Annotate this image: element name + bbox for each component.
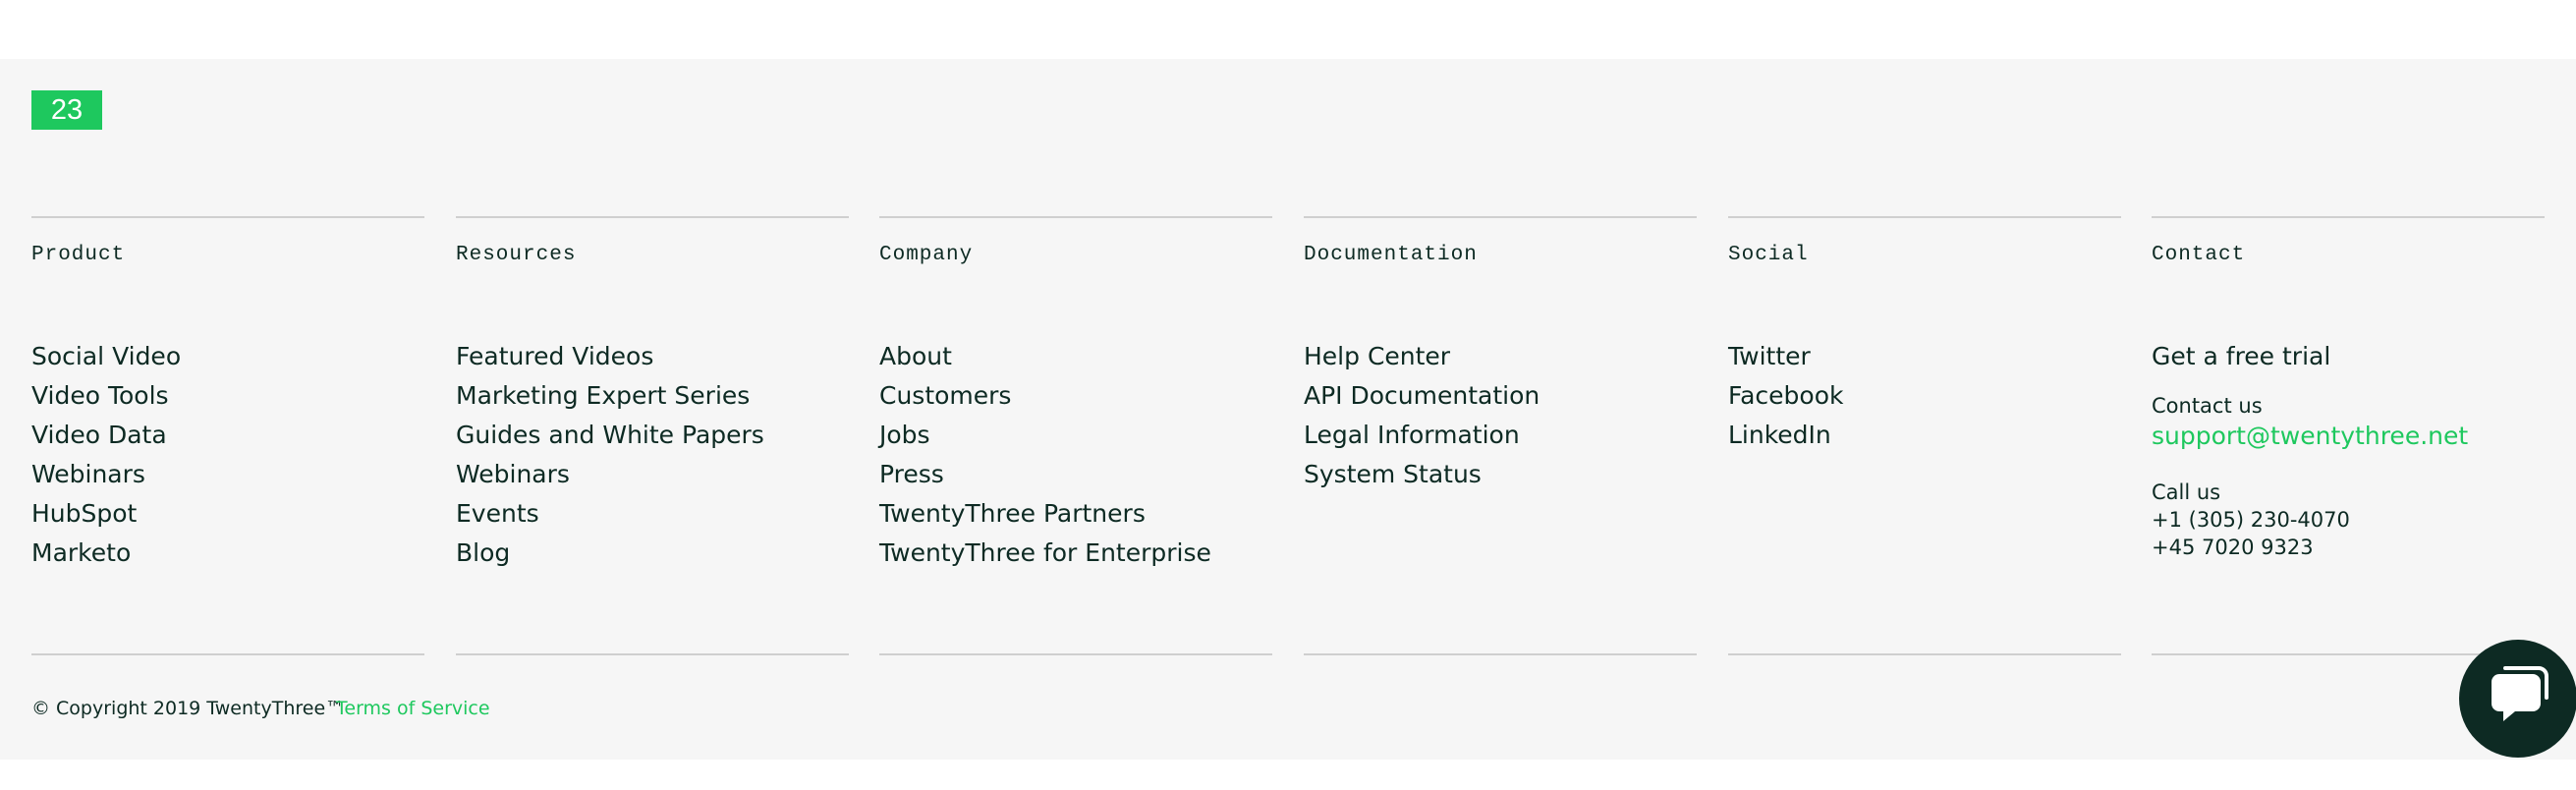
logo[interactable]: 23 bbox=[31, 90, 102, 130]
divider bbox=[1304, 653, 1697, 655]
footer-column-product: Product Social Video Video Tools Video D… bbox=[31, 216, 424, 573]
footer-link[interactable]: API Documentation bbox=[1304, 376, 1697, 416]
footer-link[interactable]: Events bbox=[456, 494, 849, 534]
divider bbox=[879, 216, 1272, 218]
contact-us-label: Contact us bbox=[2152, 394, 2263, 418]
chat-bubble-icon bbox=[2486, 665, 2550, 732]
footer-column-social: Social Twitter Facebook LinkedIn bbox=[1728, 216, 2121, 455]
copyright-text: © Copyright 2019 TwentyThree™ bbox=[31, 698, 345, 719]
divider bbox=[1728, 653, 2121, 655]
footer-link[interactable]: Legal Information bbox=[1304, 416, 1697, 455]
footer-column-documentation: Documentation Help Center API Documentat… bbox=[1304, 216, 1697, 494]
footer-link[interactable]: HubSpot bbox=[31, 494, 424, 534]
footer-link[interactable]: TwentyThree Partners bbox=[879, 494, 1272, 534]
call-us-label: Call us bbox=[2152, 480, 2221, 504]
terms-of-service-link[interactable]: Terms of Service bbox=[336, 698, 490, 719]
column-heading: Documentation bbox=[1304, 244, 1478, 266]
link-list: Social Video Video Tools Video Data Webi… bbox=[31, 337, 424, 573]
footer-column-resources: Resources Featured Videos Marketing Expe… bbox=[456, 216, 849, 573]
footer-link[interactable]: Facebook bbox=[1728, 376, 2121, 416]
link-list: About Customers Jobs Press TwentyThree P… bbox=[879, 337, 1272, 573]
footer-link[interactable]: Help Center bbox=[1304, 337, 1697, 376]
divider bbox=[879, 653, 1272, 655]
footer-link[interactable]: About bbox=[879, 337, 1272, 376]
phone-number-dk[interactable]: +45 7020 9323 bbox=[2152, 534, 2545, 561]
link-list: Help Center API Documentation Legal Info… bbox=[1304, 337, 1697, 494]
footer-link[interactable]: Video Data bbox=[31, 416, 424, 455]
divider bbox=[31, 216, 424, 218]
column-heading: Product bbox=[31, 244, 126, 266]
divider bbox=[2152, 216, 2545, 218]
divider bbox=[456, 653, 849, 655]
column-heading: Company bbox=[879, 244, 974, 266]
link-list: Twitter Facebook LinkedIn bbox=[1728, 337, 2121, 455]
footer-link[interactable]: Webinars bbox=[456, 455, 849, 494]
contact-block: Get a free trial Contact us support@twen… bbox=[2152, 337, 2545, 561]
footer-link[interactable]: Featured Videos bbox=[456, 337, 849, 376]
footer-link[interactable]: Twitter bbox=[1728, 337, 2121, 376]
footer-link[interactable]: Jobs bbox=[879, 416, 1272, 455]
column-heading: Resources bbox=[456, 244, 577, 266]
footer-link[interactable]: Video Tools bbox=[31, 376, 424, 416]
footer-link[interactable]: Marketo bbox=[31, 534, 424, 573]
divider bbox=[1728, 216, 2121, 218]
footer-link[interactable]: TwentyThree for Enterprise bbox=[879, 534, 1272, 573]
footer-link[interactable]: Guides and White Papers bbox=[456, 416, 849, 455]
footer-link[interactable]: Webinars bbox=[31, 455, 424, 494]
logo-text: 23 bbox=[50, 93, 84, 126]
free-trial-link[interactable]: Get a free trial bbox=[2152, 337, 2545, 376]
phone-number-us[interactable]: +1 (305) 230-4070 bbox=[2152, 506, 2545, 534]
divider bbox=[31, 653, 424, 655]
footer-column-contact: Contact Get a free trial Contact us supp… bbox=[2152, 216, 2545, 561]
footer-link[interactable]: Press bbox=[879, 455, 1272, 494]
column-heading: Social bbox=[1728, 244, 1809, 266]
chat-launcher-button[interactable] bbox=[2459, 640, 2576, 758]
footer-link[interactable]: System Status bbox=[1304, 455, 1697, 494]
footer-link[interactable]: Marketing Expert Series bbox=[456, 376, 849, 416]
divider bbox=[1304, 216, 1697, 218]
link-list: Featured Videos Marketing Expert Series … bbox=[456, 337, 849, 573]
footer-link[interactable]: LinkedIn bbox=[1728, 416, 2121, 455]
footer-link[interactable]: Customers bbox=[879, 376, 1272, 416]
footer-link[interactable]: Blog bbox=[456, 534, 849, 573]
column-heading: Contact bbox=[2152, 244, 2246, 266]
footer-link[interactable]: Social Video bbox=[31, 337, 424, 376]
divider bbox=[456, 216, 849, 218]
support-email-link[interactable]: support@twentythree.net bbox=[2152, 420, 2545, 453]
site-footer: 23 Product Social Video Video Tools Vide… bbox=[0, 59, 2576, 760]
footer-column-company: Company About Customers Jobs Press Twent… bbox=[879, 216, 1272, 573]
